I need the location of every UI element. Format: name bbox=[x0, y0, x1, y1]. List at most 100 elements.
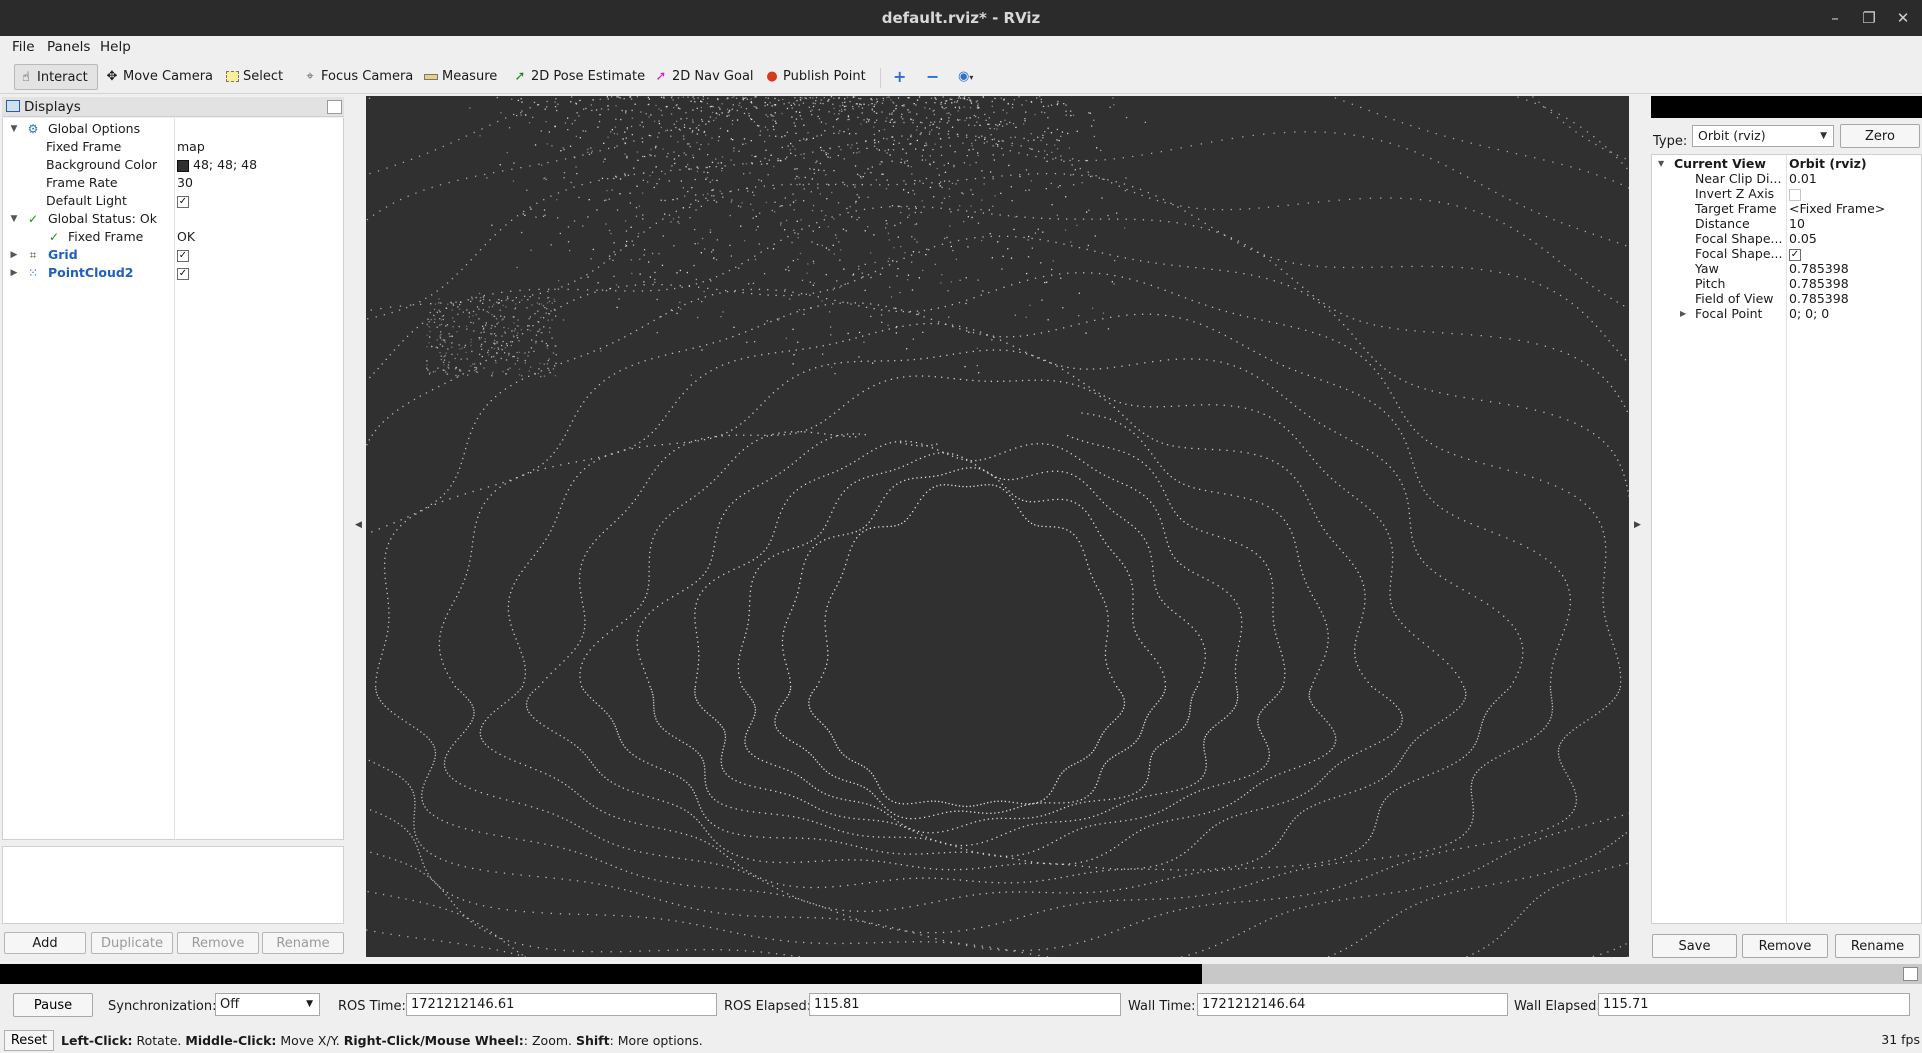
time-header-black bbox=[0, 964, 1202, 984]
nav-goal-tool[interactable]: ➚ 2D Nav Goal bbox=[653, 64, 754, 90]
help-left-click: Left-Click: bbox=[61, 1033, 133, 1048]
menu-file[interactable]: File bbox=[12, 38, 35, 56]
current-view-row[interactable]: ▼ Current View Orbit (rviz) bbox=[1652, 156, 1921, 171]
help-right-click: Right-Click/Mouse Wheel: bbox=[343, 1033, 524, 1048]
ros-time-field[interactable]: 1721212146.61 bbox=[406, 993, 717, 1016]
view-prop-row[interactable]: ▶ Focal Point 0; 0; 0 bbox=[1652, 306, 1921, 321]
view-prop-row[interactable]: Focal Shape... 0.05 bbox=[1652, 231, 1921, 246]
background-color-value[interactable]: 48; 48; 48 bbox=[177, 156, 257, 174]
collapse-arrow-icon[interactable]: ▶ bbox=[9, 246, 19, 264]
wall-elapsed-field[interactable]: 115.71 bbox=[1598, 993, 1910, 1016]
help-middle-click: Middle-Click: bbox=[185, 1033, 277, 1048]
pointcloud2-checkbox[interactable]: ✓ bbox=[177, 267, 189, 280]
window-title: default.rviz* - RViz bbox=[881, 9, 1041, 27]
remove-tool-icon[interactable]: − bbox=[926, 64, 939, 90]
view-prop-row[interactable]: Focal Shape... ✓ bbox=[1652, 246, 1921, 261]
crosshair-icon: ⌖ bbox=[306, 69, 314, 84]
sync-select[interactable]: Off ▼ bbox=[215, 993, 320, 1016]
collapse-left-icon[interactable]: ◀ bbox=[355, 520, 362, 530]
zero-button[interactable]: Zero bbox=[1840, 124, 1920, 148]
global-options-row[interactable]: ▼ ⚙ Global Options bbox=[3, 120, 343, 138]
default-light-row[interactable]: Default Light ✓ bbox=[3, 192, 343, 210]
grid-row[interactable]: ▶ ⌗ Grid ✓ bbox=[3, 246, 343, 264]
fixed-frame-row[interactable]: Fixed Frame map bbox=[3, 138, 343, 156]
sync-value: Off bbox=[220, 997, 240, 1012]
eye-icon[interactable]: ◉▾ bbox=[958, 64, 973, 90]
field-of-view-value[interactable]: 0.785398 bbox=[1789, 291, 1849, 306]
add-display-button[interactable]: Add bbox=[4, 932, 86, 954]
map-pin-icon: ● bbox=[766, 69, 778, 84]
focal-shape-size-value[interactable]: 0.05 bbox=[1789, 231, 1817, 246]
pointcloud2-row[interactable]: ▶ ⁙ PointCloud2 ✓ bbox=[3, 264, 343, 282]
wall-time-field[interactable]: 1721212146.64 bbox=[1197, 993, 1508, 1016]
expand-arrow-icon[interactable]: ▼ bbox=[9, 120, 19, 138]
save-view-button[interactable]: Save bbox=[1652, 934, 1737, 958]
focal-shape-fixed-checkbox[interactable]: ✓ bbox=[1789, 248, 1801, 261]
collapse-right-icon[interactable]: ▶ bbox=[1634, 520, 1641, 530]
monitor-icon bbox=[6, 100, 20, 112]
restore-icon[interactable]: ❐ bbox=[1856, 0, 1882, 36]
minimize-icon[interactable]: – bbox=[1822, 0, 1848, 36]
target-frame-value[interactable]: <Fixed Frame> bbox=[1789, 201, 1885, 216]
frame-rate-value[interactable]: 30 bbox=[177, 174, 193, 192]
view-prop-row[interactable]: Target Frame <Fixed Frame> bbox=[1652, 201, 1921, 216]
near-clip-value[interactable]: 0.01 bbox=[1789, 171, 1817, 186]
menu-panels[interactable]: Panels bbox=[47, 38, 90, 56]
close-icon[interactable]: ✕ bbox=[1890, 0, 1916, 36]
pose-estimate-tool[interactable]: ➚ 2D Pose Estimate bbox=[512, 64, 646, 90]
status-fixed-frame-row[interactable]: ✓ Fixed Frame OK bbox=[3, 228, 343, 246]
grid-checkbox[interactable]: ✓ bbox=[177, 249, 189, 262]
default-light-label: Default Light bbox=[46, 193, 127, 208]
focus-camera-tool[interactable]: ⌖ Focus Camera bbox=[302, 64, 413, 90]
invert-z-checkbox[interactable] bbox=[1789, 188, 1801, 201]
collapse-arrow-icon[interactable]: ▶ bbox=[9, 264, 19, 282]
remove-view-button[interactable]: Remove bbox=[1742, 934, 1828, 958]
view-prop-row[interactable]: Near Clip Di... 0.01 bbox=[1652, 171, 1921, 186]
help-shift-desc: : More options. bbox=[609, 1033, 703, 1048]
render-viewport[interactable] bbox=[366, 96, 1629, 957]
view-prop-row[interactable]: Pitch 0.785398 bbox=[1652, 276, 1921, 291]
collapse-arrow-icon[interactable]: ▶ bbox=[1680, 306, 1686, 321]
view-type-select[interactable]: Orbit (rviz) ▼ bbox=[1692, 125, 1834, 147]
view-prop-row[interactable]: Invert Z Axis bbox=[1652, 186, 1921, 201]
global-status-row[interactable]: ▼ ✓ Global Status: Ok bbox=[3, 210, 343, 228]
remove-display-button[interactable]: Remove bbox=[177, 932, 259, 954]
yaw-label: Yaw bbox=[1695, 261, 1719, 276]
move-camera-tool[interactable]: ✥ Move Camera bbox=[104, 64, 213, 90]
menu-help[interactable]: Help bbox=[100, 38, 131, 56]
expand-arrow-icon[interactable]: ▼ bbox=[9, 210, 19, 228]
color-swatch[interactable] bbox=[177, 159, 189, 172]
toolbar-separator bbox=[880, 68, 881, 88]
rename-view-button[interactable]: Rename bbox=[1835, 934, 1920, 958]
publish-point-tool[interactable]: ● Publish Point bbox=[764, 64, 865, 90]
pitch-value[interactable]: 0.785398 bbox=[1789, 276, 1849, 291]
pause-button[interactable]: Pause bbox=[13, 993, 93, 1017]
fixed-frame-value[interactable]: map bbox=[177, 138, 205, 156]
green-arrow-icon: ➚ bbox=[514, 69, 526, 84]
yaw-value[interactable]: 0.785398 bbox=[1789, 261, 1849, 276]
distance-value[interactable]: 10 bbox=[1789, 216, 1805, 231]
default-light-checkbox[interactable]: ✓ bbox=[177, 195, 189, 208]
help-shift: Shift bbox=[575, 1033, 610, 1048]
ros-elapsed-field[interactable]: 115.81 bbox=[809, 993, 1121, 1016]
view-prop-row[interactable]: Yaw 0.785398 bbox=[1652, 261, 1921, 276]
select-tool[interactable]: Select bbox=[224, 64, 283, 90]
duplicate-display-button[interactable]: Duplicate bbox=[91, 932, 173, 954]
rename-display-button[interactable]: Rename bbox=[262, 932, 344, 954]
ros-elapsed-label: ROS Elapsed: bbox=[724, 999, 812, 1014]
add-tool-icon[interactable]: + bbox=[893, 64, 906, 90]
measure-tool[interactable]: Measure bbox=[423, 64, 497, 90]
float-panel-button[interactable] bbox=[1903, 967, 1918, 981]
view-prop-row[interactable]: Distance 10 bbox=[1652, 216, 1921, 231]
frame-rate-row[interactable]: Frame Rate 30 bbox=[3, 174, 343, 192]
float-panel-button[interactable] bbox=[327, 100, 342, 114]
focus-camera-label: Focus Camera bbox=[321, 69, 414, 84]
view-prop-row[interactable]: Field of View 0.785398 bbox=[1652, 291, 1921, 306]
interact-tool[interactable]: ☝ Interact bbox=[14, 64, 98, 90]
reset-button[interactable]: Reset bbox=[4, 1030, 54, 1051]
field-of-view-label: Field of View bbox=[1695, 291, 1774, 306]
expand-arrow-icon[interactable]: ▼ bbox=[1658, 156, 1664, 171]
focal-point-value[interactable]: 0; 0; 0 bbox=[1789, 306, 1829, 321]
mouse-help-text: Left-Click: Rotate. Middle-Click: Move X… bbox=[61, 1033, 703, 1048]
background-color-row[interactable]: Background Color 48; 48; 48 bbox=[3, 156, 343, 174]
